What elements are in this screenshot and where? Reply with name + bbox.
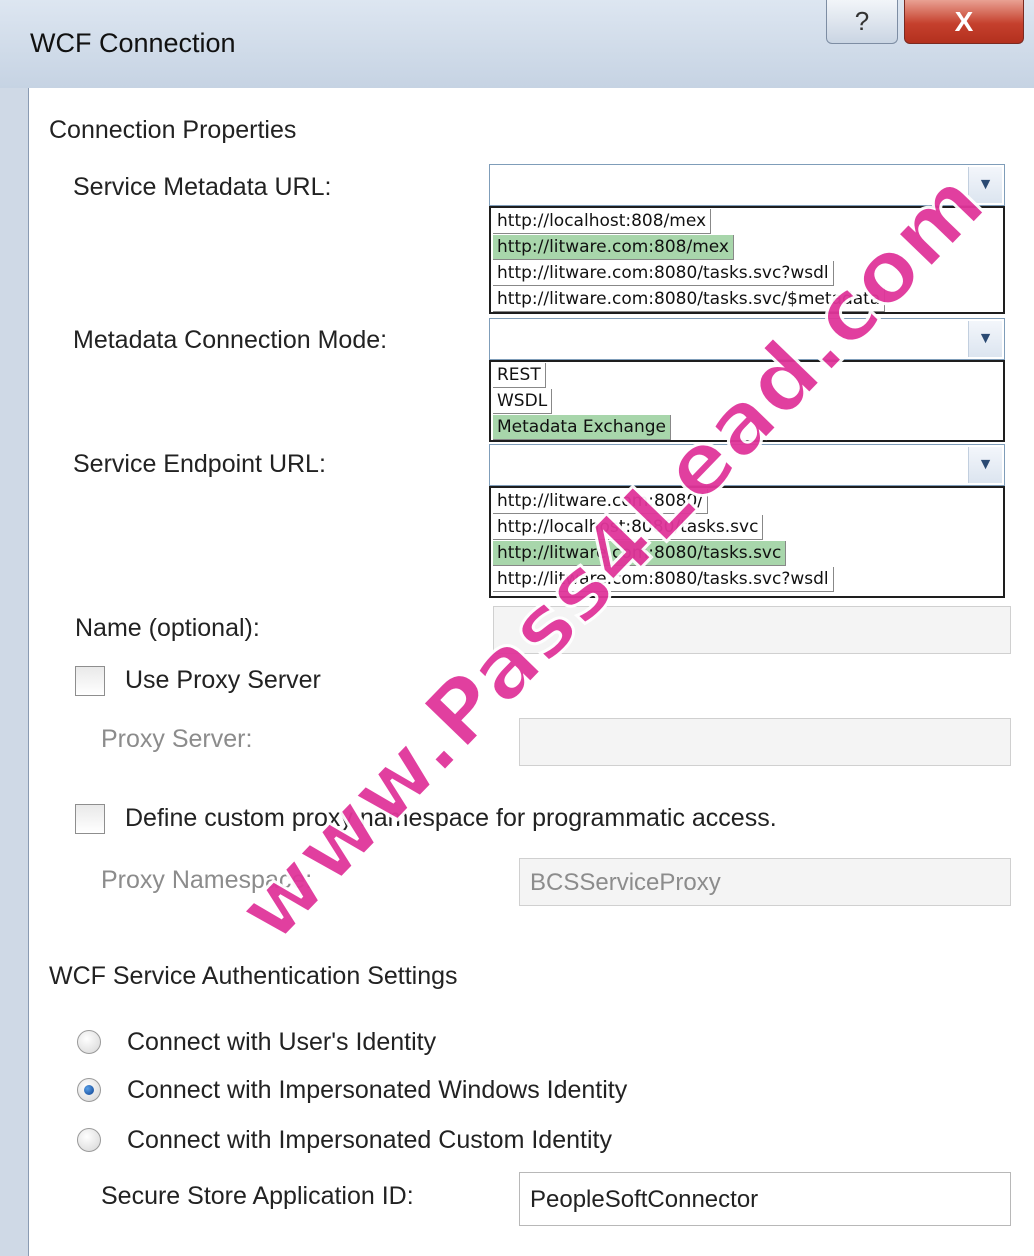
close-button[interactable]: X [904,0,1024,44]
endpoint-url-option-selected[interactable]: http://litware.com:8080/tasks.svc [493,541,787,566]
proxy-namespace-input[interactable]: BCSServiceProxy [519,858,1011,906]
use-proxy-server-checkbox[interactable] [75,666,105,696]
connection-properties-heading: Connection Properties [49,116,297,144]
proxy-server-input[interactable] [519,718,1011,766]
proxy-server-label: Proxy Server: [101,725,253,753]
custom-namespace-checkbox[interactable] [75,804,105,834]
endpoint-url-option[interactable]: http://localhost:8080/tasks.svc [493,515,764,540]
service-metadata-url-dropdown: http://localhost:808/mex http://litware.… [489,206,1005,314]
metadata-connection-mode-dropdown: REST WSDL Metadata Exchange [489,360,1005,442]
metadata-url-option[interactable]: http://litware.com:8080/tasks.svc/$metad… [493,287,886,312]
service-endpoint-url-combo[interactable]: ▼ [489,444,1005,486]
service-endpoint-url-dropdown: http://litware.com:8080/ http://localhos… [489,486,1005,598]
secure-store-app-id-input[interactable]: PeopleSoftConnector [519,1172,1011,1226]
metadata-connection-mode-combo[interactable]: ▼ [489,318,1005,360]
auth-radio-impersonated-windows[interactable] [77,1078,101,1102]
use-proxy-server-label: Use Proxy Server [125,666,321,694]
question-mark-icon: ? [854,6,870,36]
chevron-down-icon[interactable]: ▼ [968,167,1002,203]
secure-store-app-id-value: PeopleSoftConnector [530,1186,759,1213]
service-metadata-url-combo[interactable]: ▼ [489,164,1005,206]
auth-option-label: Connect with Impersonated Windows Identi… [127,1076,628,1104]
service-endpoint-url-label: Service Endpoint URL: [73,450,326,478]
proxy-namespace-value: BCSServiceProxy [530,869,721,896]
service-metadata-url-label: Service Metadata URL: [73,173,332,201]
connection-mode-option[interactable]: WSDL [493,389,553,414]
auth-radio-users-identity[interactable] [77,1030,101,1054]
auth-radio-impersonated-custom[interactable] [77,1128,101,1152]
custom-namespace-label: Define custom proxy namespace for progra… [125,804,777,832]
authentication-heading: WCF Service Authentication Settings [49,962,458,990]
endpoint-url-option[interactable]: http://litware.com:8080/ [493,489,709,514]
connection-mode-option-selected[interactable]: Metadata Exchange [493,415,671,440]
metadata-url-option[interactable]: http://localhost:808/mex [493,209,712,234]
close-icon: X [954,5,974,37]
metadata-url-option-selected[interactable]: http://litware.com:808/mex [493,235,734,260]
auth-option-label: Connect with User's Identity [127,1028,437,1056]
wcf-connection-dialog: WCF Connection ? X Connection Properties… [0,0,1034,1256]
connection-mode-option[interactable]: REST [493,363,546,388]
title-bar: WCF Connection ? X [0,0,1034,88]
help-button[interactable]: ? [826,0,898,44]
endpoint-url-option[interactable]: http://litware.com:8080/tasks.svc?wsdl [493,567,834,592]
proxy-namespace-label: Proxy Namespace: [101,866,313,894]
chevron-down-icon[interactable]: ▼ [968,447,1002,483]
name-optional-input[interactable] [493,606,1011,654]
dialog-body: Connection Properties Service Metadata U… [28,88,1034,1256]
chevron-down-icon[interactable]: ▼ [968,321,1002,357]
dialog-title: WCF Connection [30,28,236,58]
secure-store-app-id-label: Secure Store Application ID: [101,1182,414,1210]
auth-option-label: Connect with Impersonated Custom Identit… [127,1126,612,1154]
metadata-connection-mode-label: Metadata Connection Mode: [73,326,388,354]
name-optional-label: Name (optional): [75,614,260,642]
metadata-url-option[interactable]: http://litware.com:8080/tasks.svc?wsdl [493,261,834,286]
